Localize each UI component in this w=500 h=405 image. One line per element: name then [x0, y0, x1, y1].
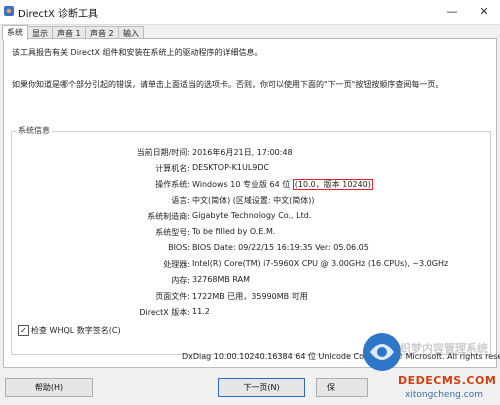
info-value: Windows 10 专业版 64 位 (10.0，版本 10240)	[192, 179, 373, 190]
info-row-processor: 处理器: Intel(R) Core(TM) i7-5960X CPU @ 3.…	[12, 259, 472, 271]
info-row-memory: 内存: 32768MB RAM	[12, 275, 472, 287]
system-info-title: 系统信息	[16, 125, 52, 136]
info-value: 1722MB 已用，35990MB 可用	[192, 292, 308, 301]
info-row-page-file: 页面文件: 1722MB 已用，35990MB 可用	[12, 291, 472, 303]
title-bar: DirectX 诊断工具 — ✕	[0, 0, 500, 25]
intro-hint: 如果你知道是哪个部分引起的错误，请单击上面适当的选项卡。否则，你可以使用下面的"…	[12, 80, 444, 89]
info-value: Gigabyte Technology Co., Ltd.	[192, 211, 312, 220]
os-name: Windows 10 专业版 64 位	[192, 180, 291, 189]
window-title: DirectX 诊断工具	[18, 9, 98, 20]
info-label: DirectX 版本:	[139, 308, 190, 317]
tab-strip: 系统 显示 声音 1 声音 2 输入	[0, 25, 500, 40]
info-label: 语言:	[171, 196, 190, 205]
directx-app-icon	[4, 6, 14, 16]
info-row-datetime: 当前日期/时间: 2016年6月21日, 17:00:48	[12, 147, 472, 159]
info-value: 2016年6月21日, 17:00:48	[192, 148, 293, 157]
info-label: 计算机名:	[155, 164, 190, 173]
close-button[interactable]: ✕	[470, 2, 498, 22]
info-row-directx-version: DirectX 版本: 11.2	[12, 307, 472, 319]
info-label: 处理器:	[163, 260, 190, 269]
info-row-bios: BIOS: BIOS Date: 09/22/15 16:19:35 Ver: …	[12, 243, 472, 255]
info-row-os: 操作系统: Windows 10 专业版 64 位 (10.0，版本 10240…	[12, 179, 472, 191]
info-label: 页面文件:	[155, 292, 190, 301]
info-label: 系统型号:	[155, 228, 190, 237]
info-label: 当前日期/时间:	[136, 148, 190, 157]
info-label: BIOS:	[168, 243, 190, 252]
next-page-button[interactable]: 下一页(N)	[218, 378, 305, 397]
info-row-model: 系统型号: To be filled by O.E.M.	[12, 227, 472, 239]
minimize-button[interactable]: —	[438, 2, 466, 22]
info-value: Intel(R) Core(TM) i7-5960X CPU @ 3.00GHz…	[192, 259, 449, 268]
info-value: 中文(简体) (区域设置: 中文(简体))	[192, 196, 315, 205]
whql-checkbox[interactable]: ✓	[18, 325, 29, 336]
save-button[interactable]: 保	[316, 378, 368, 397]
help-button[interactable]: 帮助(H)	[5, 378, 93, 397]
info-label: 系统制造商:	[147, 212, 190, 221]
watermark-brand: DEDECMS.COM	[398, 374, 497, 387]
watermark-url: xitongcheng.com	[405, 390, 483, 400]
watermark-text: 织梦内容管理系统	[400, 342, 488, 355]
info-value: 32768MB RAM	[192, 275, 250, 284]
info-row-manufacturer: 系统制造商: Gigabyte Technology Co., Ltd.	[12, 211, 472, 223]
info-value: 11.2	[192, 307, 210, 316]
tab-system[interactable]: 系统	[2, 25, 28, 40]
intro-text: 该工具报告有关 DirectX 组件和安装在系统上的驱动程序的详细信息。	[12, 48, 263, 57]
info-label: 操作系统:	[155, 180, 190, 189]
info-value: BIOS Date: 09/22/15 16:19:35 Ver: 05.06.…	[192, 243, 369, 252]
os-version-highlight: (10.0，版本 10240)	[292, 179, 373, 190]
watermark-logo	[363, 333, 401, 371]
info-value: DESKTOP-K1UL9DC	[192, 163, 270, 172]
whql-checkbox-label[interactable]: 检查 WHQL 数字签名(C)	[31, 325, 121, 336]
info-value: To be filled by O.E.M.	[192, 227, 276, 236]
info-label: 内存:	[171, 276, 190, 285]
info-row-computer-name: 计算机名: DESKTOP-K1UL9DC	[12, 163, 472, 175]
info-row-language: 语言: 中文(简体) (区域设置: 中文(简体))	[12, 195, 472, 207]
